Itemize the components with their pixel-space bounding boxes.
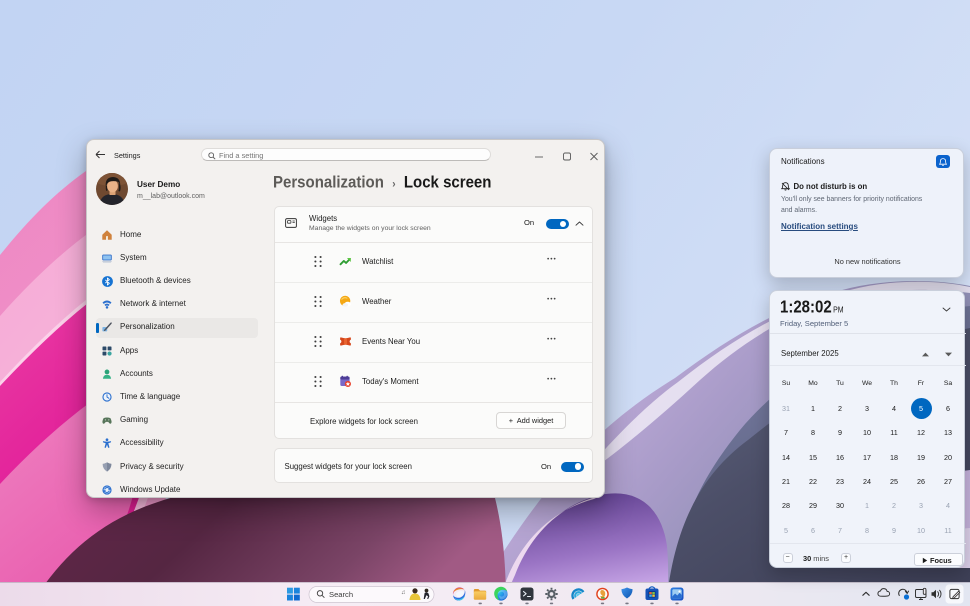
svg-text:Search: Search	[329, 590, 353, 599]
svg-text:♫: ♫	[401, 590, 406, 596]
